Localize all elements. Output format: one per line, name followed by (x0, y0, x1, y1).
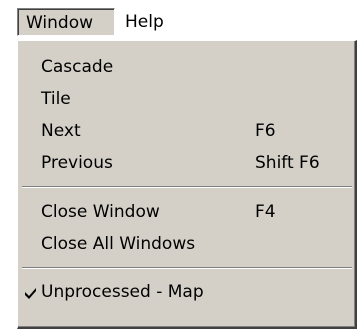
menu-item-tile[interactable]: Tile (18, 84, 354, 114)
menu-item-label: Previous (41, 153, 113, 173)
window-menu-dropdown: Cascade Tile Next F6 Previous Shift F6 C… (17, 40, 357, 329)
menu-item-label: Close All Windows (41, 234, 196, 254)
menu-item-label: Tile (41, 89, 71, 109)
window-menu[interactable]: Window (17, 8, 115, 36)
menu-item-previous[interactable]: Previous Shift F6 (18, 148, 354, 178)
menu-item-label: Unprocessed - Map (41, 282, 204, 302)
menu-separator (22, 186, 352, 188)
menu-item-open-window[interactable]: Unprocessed - Map (18, 277, 354, 307)
menu-item-shortcut: F6 (255, 121, 276, 141)
menu-item-shortcut: F4 (255, 202, 276, 222)
menu-item-close-all-windows[interactable]: Close All Windows (18, 229, 354, 259)
menu-bar: Window Help (0, 0, 360, 40)
menu-item-next[interactable]: Next F6 (18, 116, 354, 146)
menu-item-close-window[interactable]: Close Window F4 (18, 197, 354, 227)
menu-item-label: Cascade (41, 57, 114, 77)
menu-item-shortcut: Shift F6 (255, 153, 320, 173)
menu-separator (22, 267, 352, 269)
checkmark-icon (25, 288, 36, 299)
menu-item-label: Close Window (41, 202, 160, 222)
menu-item-cascade[interactable]: Cascade (18, 52, 354, 82)
menu-item-label: Next (41, 121, 81, 141)
help-menu[interactable]: Help (117, 8, 172, 36)
